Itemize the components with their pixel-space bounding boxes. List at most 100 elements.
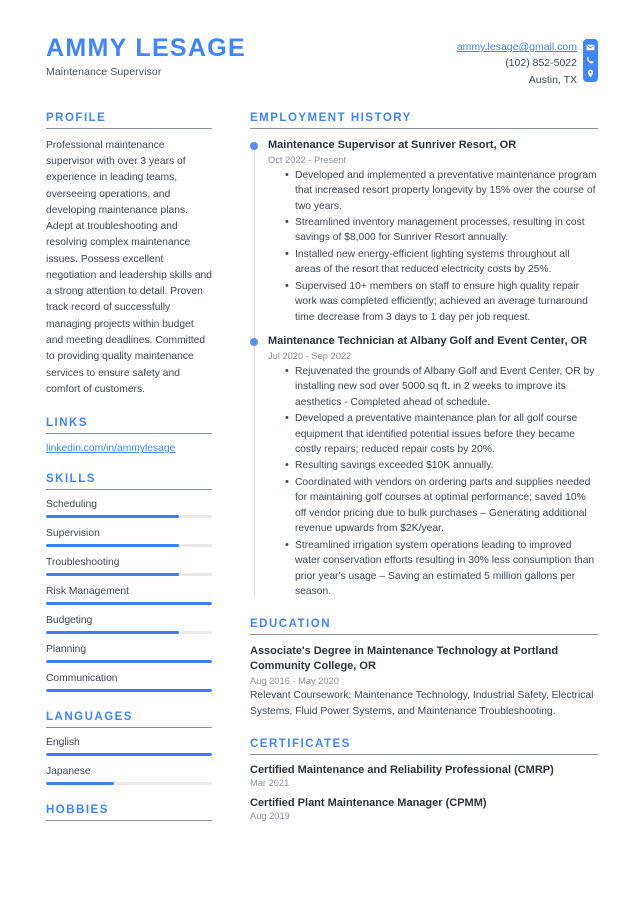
skill-label: Risk Management — [46, 586, 129, 598]
job-bullet: Coordinated with vendors on ordering par… — [285, 474, 598, 537]
certificate-name: Certified Plant Maintenance Manager (CPM… — [250, 796, 487, 809]
skill-bar-track — [46, 660, 212, 664]
skill-bar-fill — [46, 515, 179, 519]
skill-bar-fill — [46, 660, 212, 664]
section-title-skills: SKILLS — [46, 473, 96, 486]
skill-row: Risk Management — [46, 586, 212, 606]
section-certificates: CERTIFICATES Certified Maintenance and R… — [250, 738, 598, 821]
job-date: Oct 2022 - Present — [268, 154, 347, 165]
section-title-links: LINKS — [46, 417, 88, 430]
contact-icon-strip — [583, 39, 598, 82]
link-item[interactable]: linkedin.com/in/ammylesage — [46, 443, 212, 454]
skill-bar-fill — [46, 689, 212, 693]
section-rule — [46, 727, 212, 729]
skill-row: Communication — [46, 673, 212, 693]
contact-location: Austin, TX — [528, 73, 577, 86]
section-skills: SKILLS Scheduling Supervision Troublesho… — [46, 473, 212, 693]
skill-label: Communication — [46, 673, 118, 685]
hobbies-body — [46, 830, 212, 834]
education-heading: Associate's Degree in Maintenance Techno… — [250, 645, 559, 673]
job-bullet: Developed and implemented a preventative… — [285, 167, 598, 214]
contact-phone: (102) 852-5022 — [505, 57, 577, 70]
envelope-icon — [586, 43, 595, 52]
candidate-name: AMMY LESAGE — [46, 34, 246, 62]
language-bar-track — [46, 753, 212, 757]
language-label: Japanese — [46, 766, 91, 778]
education-entry: Associate's Degree in Maintenance Techno… — [250, 644, 598, 719]
contact-email[interactable]: ammy.lesage@gmail.com — [457, 39, 577, 55]
skill-bar-track — [46, 573, 212, 577]
section-links: LINKS linkedin.com/in/ammylesage — [46, 417, 212, 454]
section-rule — [250, 753, 598, 755]
education-date: Aug 2016 - May 2020 — [250, 676, 339, 687]
certificate-date: Mar 2021 — [250, 777, 290, 788]
section-rule — [250, 127, 598, 129]
resume-body: PROFILE Professional maintenance supervi… — [46, 112, 598, 853]
section-languages: LANGUAGES English Japanese — [46, 711, 212, 786]
section-title-certificates: CERTIFICATES — [250, 737, 351, 750]
skill-bar-fill — [46, 573, 179, 577]
section-hobbies: HOBBIES — [46, 804, 212, 834]
section-title-profile: PROFILE — [46, 111, 107, 124]
section-rule — [46, 127, 212, 129]
language-row: Japanese — [46, 766, 212, 786]
employment-entry: Maintenance Technician at Albany Golf an… — [250, 334, 598, 600]
phone-icon — [586, 56, 595, 65]
job-date: Jul 2020 - Sep 2022 — [268, 350, 352, 361]
section-employment: EMPLOYMENT HISTORY Maintenance Superviso… — [250, 112, 598, 600]
skill-label: Scheduling — [46, 499, 97, 511]
education-description: Relevant Coursework: Maintenance Technol… — [250, 690, 594, 717]
skill-bar-fill — [46, 631, 179, 635]
skill-label: Budgeting — [46, 615, 93, 627]
section-education: EDUCATION Associate's Degree in Maintena… — [250, 618, 598, 719]
job-bullet: Rejuvenated the grounds of Albany Golf a… — [285, 363, 598, 410]
location-pin-icon — [586, 69, 595, 78]
skill-row: Planning — [46, 644, 212, 664]
resume-page: AMMY LESAGE Maintenance Supervisor ammy.… — [0, 0, 640, 905]
certificate-name: Certified Maintenance and Reliability Pr… — [250, 763, 554, 776]
skill-row: Troubleshooting — [46, 557, 212, 577]
language-row: English — [46, 737, 212, 757]
section-title-employment: EMPLOYMENT HISTORY — [250, 111, 412, 124]
right-column: EMPLOYMENT HISTORY Maintenance Superviso… — [228, 112, 598, 853]
section-rule — [46, 820, 212, 822]
section-rule — [250, 634, 598, 636]
job-bullets: Developed and implemented a preventative… — [285, 167, 598, 325]
skill-bar-fill — [46, 544, 179, 548]
skill-bar-track — [46, 515, 212, 519]
job-bullet: Installed new energy-efficient lighting … — [285, 246, 598, 278]
skill-label: Planning — [46, 644, 87, 656]
section-title-hobbies: HOBBIES — [46, 804, 109, 817]
section-profile: PROFILE Professional maintenance supervi… — [46, 112, 212, 398]
job-bullet: Streamlined inventory management process… — [285, 214, 598, 246]
job-bullets: Rejuvenated the grounds of Albany Golf a… — [285, 363, 598, 600]
section-title-education: EDUCATION — [250, 618, 332, 631]
certificate-date: Aug 2019 — [250, 810, 290, 821]
job-heading: Maintenance Supervisor at Sunriver Resor… — [268, 138, 517, 151]
skill-row: Scheduling — [46, 499, 212, 519]
resume-header: AMMY LESAGE Maintenance Supervisor ammy.… — [46, 34, 598, 94]
candidate-job-title: Maintenance Supervisor — [46, 65, 162, 78]
job-heading: Maintenance Technician at Albany Golf an… — [268, 335, 588, 348]
skill-bar-track — [46, 544, 212, 548]
job-bullet: Resulting savings exceeded $10K annually… — [285, 457, 598, 474]
skill-bar-fill — [46, 602, 212, 606]
skill-label: Troubleshooting — [46, 557, 120, 569]
identity-block: AMMY LESAGE Maintenance Supervisor — [46, 34, 246, 78]
certificate-entry: Certified Maintenance and Reliability Pr… — [250, 764, 598, 788]
language-bar-fill — [46, 782, 115, 786]
employment-timeline: Maintenance Supervisor at Sunriver Resor… — [250, 138, 598, 600]
job-bullet: Supervised 10+ members on staff to ensur… — [285, 278, 598, 325]
section-title-languages: LANGUAGES — [46, 711, 133, 724]
section-rule — [46, 433, 212, 435]
skill-bar-track — [46, 689, 212, 693]
skill-bar-track — [46, 602, 212, 606]
job-bullet: Streamlined irrigation system operations… — [285, 537, 598, 600]
job-bullet: Developed a preventative maintenance pla… — [285, 410, 598, 457]
skill-label: Supervision — [46, 528, 100, 540]
language-label: English — [46, 737, 80, 749]
left-column: PROFILE Professional maintenance supervi… — [46, 112, 228, 853]
certificate-entry: Certified Plant Maintenance Manager (CPM… — [250, 797, 598, 821]
skill-row: Supervision — [46, 528, 212, 548]
contact-block: ammy.lesage@gmail.com (102) 852-5022 Aus… — [457, 39, 598, 88]
